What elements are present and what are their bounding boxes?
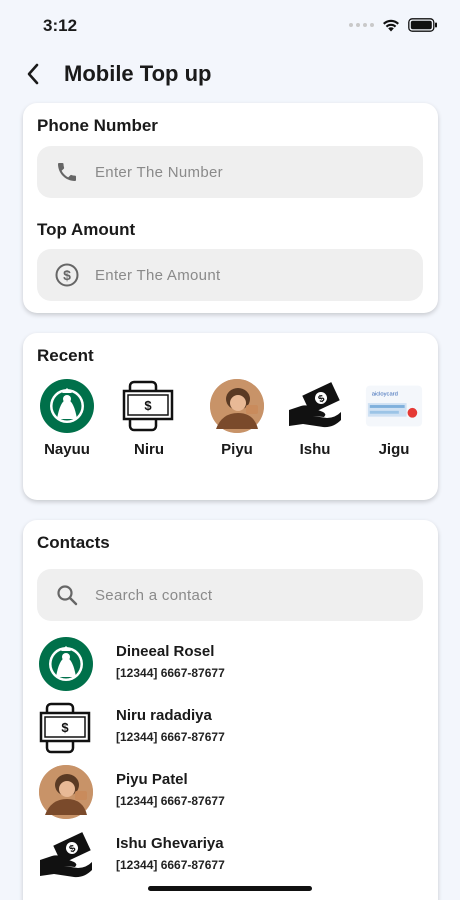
hand-money-icon: $	[35, 828, 97, 884]
phone-icon	[53, 158, 81, 186]
person-photo	[35, 764, 97, 820]
contacts-card: Contacts Dineeal Rosel [123	[23, 520, 438, 900]
top-amount-input[interactable]	[95, 266, 395, 284]
contact-phone: [12344] 6667-87677	[116, 666, 225, 680]
money-phone-icon: $	[35, 700, 97, 756]
contact-phone: [12344] 6667-87677	[116, 730, 225, 744]
svg-text:$: $	[61, 720, 69, 735]
card-image: aicloycard	[364, 379, 424, 433]
contact-phone: [12344] 6667-87677	[116, 858, 225, 872]
recent-item-name: Piyu	[221, 441, 253, 458]
recent-item[interactable]: Nayuu	[35, 379, 99, 458]
battery-icon	[408, 18, 437, 32]
top-amount-label: Top Amount	[37, 220, 136, 239]
signal-dots-icon	[349, 23, 374, 27]
money-phone-icon: $	[119, 379, 179, 433]
recent-card: Recent Nayuu $ Niru Piyu $ Ishu aicloyca…	[23, 333, 438, 500]
phone-number-input[interactable]	[95, 163, 395, 181]
dollar-circle-icon: $	[53, 261, 81, 289]
page-title: Mobile Top up	[64, 61, 212, 86]
recent-item-name: Ishu	[299, 441, 331, 458]
status-time: 3:12	[43, 16, 78, 35]
recent-item[interactable]: aicloycard Jigu	[362, 379, 426, 458]
recent-item[interactable]: $ Ishu	[283, 379, 347, 458]
recent-item-name: Jigu	[378, 441, 410, 458]
contact-name: Piyu Patel	[116, 771, 188, 788]
svg-text:$: $	[144, 398, 152, 413]
starbucks-logo	[37, 379, 97, 433]
recent-item[interactable]: Piyu	[205, 379, 269, 458]
hand-money-icon: $	[285, 379, 345, 433]
phone-number-field[interactable]	[37, 146, 423, 198]
back-button[interactable]	[20, 59, 46, 89]
svg-text:$: $	[63, 267, 71, 283]
contact-name: Niru radadiya	[116, 707, 212, 724]
search-icon	[53, 581, 81, 609]
chevron-left-icon	[27, 63, 39, 85]
contact-item[interactable]: $ Ishu Ghevariya [12344] 6667-87677	[35, 828, 425, 888]
starbucks-logo	[35, 636, 97, 692]
contact-phone: [12344] 6667-87677	[116, 794, 225, 808]
svg-text:aicloycard: aicloycard	[372, 391, 398, 397]
status-icons	[349, 18, 438, 32]
contact-search-input[interactable]	[95, 586, 395, 604]
topup-form-card: Phone Number Top Amount $	[23, 103, 438, 313]
contacts-title: Contacts	[37, 533, 110, 552]
recent-title: Recent	[37, 346, 94, 365]
contact-item[interactable]: Piyu Patel [12344] 6667-87677	[35, 764, 425, 824]
top-amount-field[interactable]: $	[37, 249, 423, 301]
contact-item[interactable]: Dineeal Rosel [12344] 6667-87677	[35, 636, 425, 696]
status-bar: 3:12	[0, 0, 460, 50]
contact-name: Ishu Ghevariya	[116, 835, 224, 852]
contact-name: Dineeal Rosel	[116, 643, 215, 660]
wifi-icon	[383, 19, 399, 32]
person-photo	[207, 379, 267, 433]
recent-item-name: Nayuu	[44, 441, 90, 458]
recent-item[interactable]: $ Niru	[117, 379, 181, 458]
contact-item[interactable]: $ Niru radadiya [12344] 6667-87677	[35, 700, 425, 760]
phone-number-label: Phone Number	[37, 116, 158, 135]
contact-search-field[interactable]	[37, 569, 423, 621]
recent-list: Nayuu $ Niru Piyu $ Ishu aicloycard Jigu	[35, 379, 430, 469]
header: Mobile Top up	[0, 55, 460, 95]
recent-item-name: Niru	[134, 441, 164, 458]
home-indicator	[148, 886, 312, 891]
